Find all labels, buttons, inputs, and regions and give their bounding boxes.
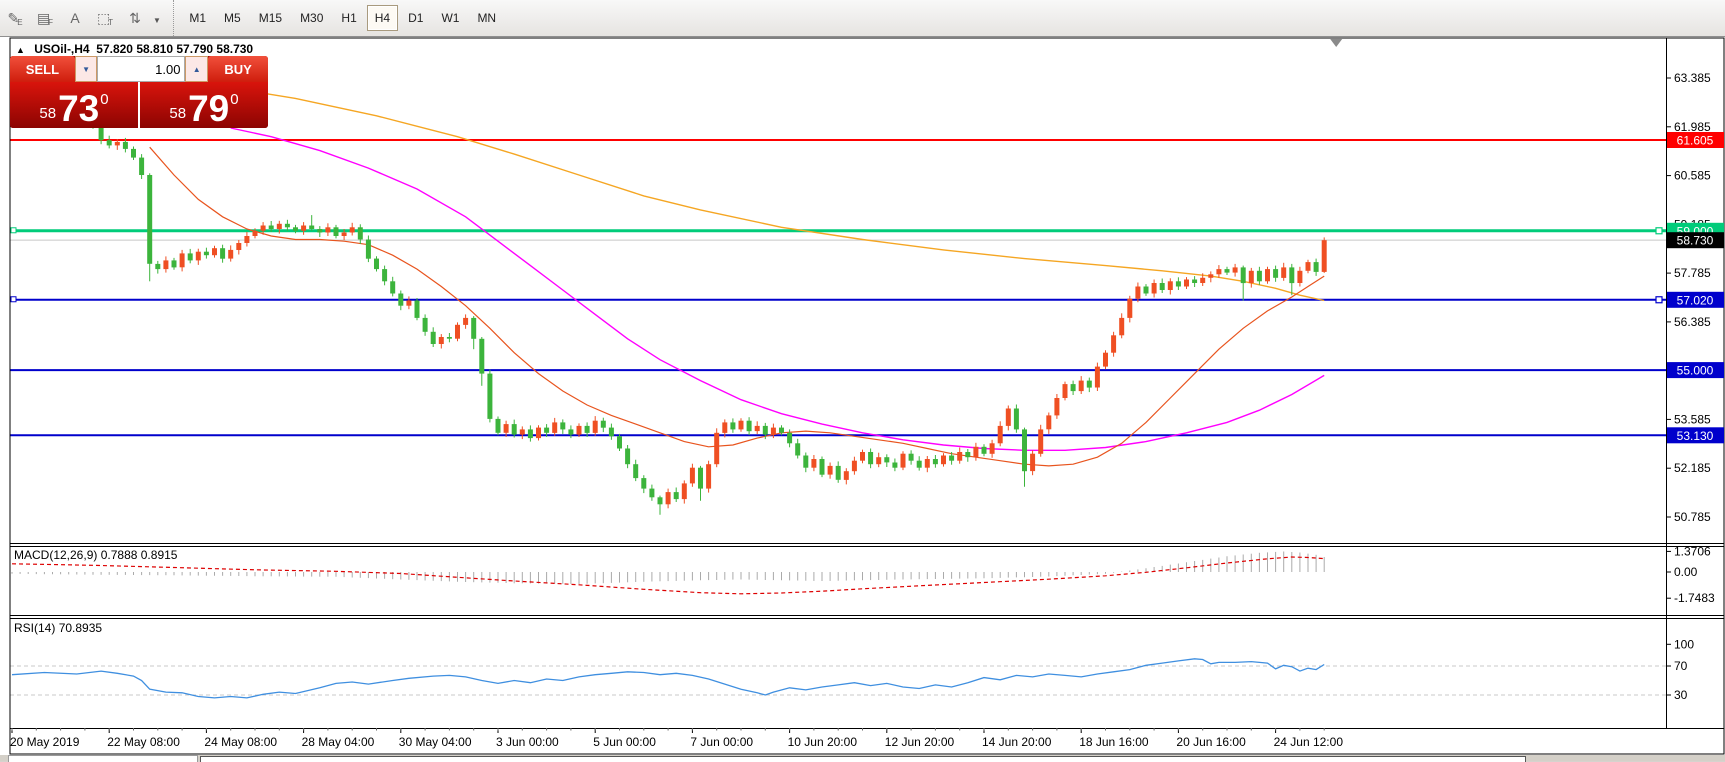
svg-text:20 May 2019: 20 May 2019 (10, 735, 80, 749)
timeframe-h1-button[interactable]: H1 (333, 5, 364, 31)
svg-text:50.785: 50.785 (1674, 510, 1711, 524)
svg-text:61.605: 61.605 (1677, 134, 1714, 148)
svg-text:18 Jun 16:00: 18 Jun 16:00 (1079, 735, 1149, 749)
svg-text:60.585: 60.585 (1674, 169, 1711, 183)
draw-tools-button[interactable]: ✎E (1, 5, 29, 33)
buy-price-prefix: 58 (169, 106, 186, 121)
buy-button[interactable]: BUY (208, 56, 268, 82)
volume-increase-button[interactable]: ▲ (185, 56, 208, 82)
ohlc-values: 57.820 58.810 57.790 58.730 (96, 42, 253, 56)
fibonacci-tools-button[interactable]: ▤F (31, 5, 59, 33)
svg-text:10 Jun 20:00: 10 Jun 20:00 (788, 735, 858, 749)
text-tool-button[interactable]: ⬚T (91, 5, 119, 33)
svg-text:24 Jun 12:00: 24 Jun 12:00 (1274, 735, 1344, 749)
collapse-arrow-icon[interactable]: ▲ (16, 45, 25, 55)
svg-text:30 May 04:00: 30 May 04:00 (399, 735, 472, 749)
tools-dropdown-caret-icon[interactable]: ▼ (153, 16, 161, 25)
toolbar: ✎E▤F A ⬚T ⇅ ▼ M1M5M15M30H1H4D1W1MN (0, 0, 1725, 37)
svg-text:63.385: 63.385 (1674, 71, 1711, 85)
buy-price-big: 79 (188, 92, 229, 125)
svg-text:30: 30 (1674, 688, 1688, 702)
arrange-tools-icon: ⇅ (129, 10, 141, 27)
sell-price-display[interactable]: 58 73 0 (10, 82, 140, 128)
chart-title: ▲ USOil-,H4 57.820 58.810 57.790 58.730 (16, 42, 253, 56)
svg-text:55.000: 55.000 (1677, 364, 1714, 378)
svg-text:5 Jun 00:00: 5 Jun 00:00 (593, 735, 656, 749)
timeframe-m30-button[interactable]: M30 (292, 5, 331, 31)
timeframe-m15-button[interactable]: M15 (251, 5, 290, 31)
svg-text:0.00: 0.00 (1674, 565, 1698, 579)
label-tool-icon: A (70, 10, 79, 26)
arrange-tools-button[interactable]: ⇅ (121, 5, 149, 33)
svg-text:56.385: 56.385 (1674, 315, 1711, 329)
svg-text:53.130: 53.130 (1677, 429, 1714, 443)
svg-text:61.985: 61.985 (1674, 120, 1711, 134)
timeframe-h4-button[interactable]: H4 (367, 5, 398, 31)
svg-text:20 Jun 16:00: 20 Jun 16:00 (1176, 735, 1246, 749)
bottom-scroll-strip (0, 755, 1725, 761)
chart-canvas[interactable]: 63.38561.98560.58559.18557.78556.38553.5… (0, 37, 1725, 761)
one-click-trading-panel: SELL ▼ ▲ BUY 58 73 0 58 79 0 (10, 56, 268, 128)
horizontal-scrollbar[interactable] (200, 756, 1526, 762)
sell-price-big: 73 (58, 92, 99, 125)
svg-text:22 May 08:00: 22 May 08:00 (107, 735, 180, 749)
timeframe-mn-button[interactable]: MN (469, 5, 504, 31)
drawing-tools-group: ✎E▤FA⬚T⇅▼ (0, 10, 161, 27)
symbol-label: USOil-,H4 (34, 42, 89, 56)
svg-text:70: 70 (1674, 659, 1688, 673)
timeframe-m1-button[interactable]: M1 (181, 5, 214, 31)
svg-text:57.020: 57.020 (1677, 293, 1714, 307)
svg-text:3 Jun 00:00: 3 Jun 00:00 (496, 735, 559, 749)
svg-text:12 Jun 20:00: 12 Jun 20:00 (885, 735, 955, 749)
buy-price-display[interactable]: 58 79 0 (140, 82, 268, 128)
svg-text:14 Jun 20:00: 14 Jun 20:00 (982, 735, 1052, 749)
timeframe-w1-button[interactable]: W1 (433, 5, 467, 31)
svg-text:-1.7483: -1.7483 (1674, 591, 1715, 605)
timeframe-group: M1M5M15M30H1H4D1W1MN (173, 0, 505, 36)
volume-input[interactable] (97, 56, 185, 82)
svg-text:7 Jun 00:00: 7 Jun 00:00 (690, 735, 753, 749)
svg-text:28 May 04:00: 28 May 04:00 (302, 735, 375, 749)
svg-text:58.730: 58.730 (1677, 234, 1714, 248)
svg-text:52.185: 52.185 (1674, 461, 1711, 475)
timeframe-m5-button[interactable]: M5 (216, 5, 249, 31)
macd-indicator-label: MACD(12,26,9) 0.7888 0.8915 (14, 548, 177, 562)
chart-window: 63.38561.98560.58559.18557.78556.38553.5… (0, 37, 1725, 761)
sell-price-prefix: 58 (39, 106, 56, 121)
rsi-indicator-label: RSI(14) 70.8935 (14, 621, 102, 635)
volume-decrease-button[interactable]: ▼ (75, 56, 98, 82)
buy-price-sup: 0 (230, 92, 238, 107)
svg-text:100: 100 (1674, 637, 1694, 651)
svg-text:53.585: 53.585 (1674, 412, 1711, 426)
svg-text:1.3706: 1.3706 (1674, 544, 1711, 558)
svg-text:57.785: 57.785 (1674, 266, 1711, 280)
svg-text:24 May 08:00: 24 May 08:00 (204, 735, 277, 749)
timeframe-d1-button[interactable]: D1 (400, 5, 431, 31)
sell-price-sup: 0 (100, 92, 108, 107)
label-tool-button[interactable]: A (61, 4, 89, 32)
sell-button[interactable]: SELL (10, 56, 75, 82)
